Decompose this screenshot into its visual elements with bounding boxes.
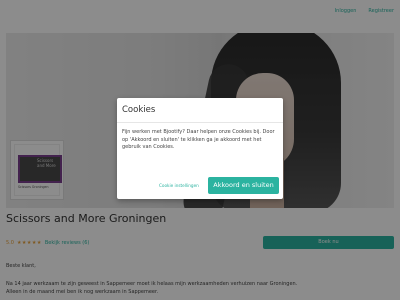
modal-title: Cookies: [122, 105, 156, 115]
cookie-settings-link[interactable]: Cookie instellingen: [159, 183, 199, 188]
accept-close-button[interactable]: Akkoord en sluiten: [208, 177, 279, 194]
modal-text: Fijn werken met Bjootify? Daar helpen on…: [122, 129, 275, 151]
cookie-modal: Cookies Fijn werken met Bjootify? Daar h…: [117, 98, 283, 199]
modal-divider: [117, 122, 283, 123]
